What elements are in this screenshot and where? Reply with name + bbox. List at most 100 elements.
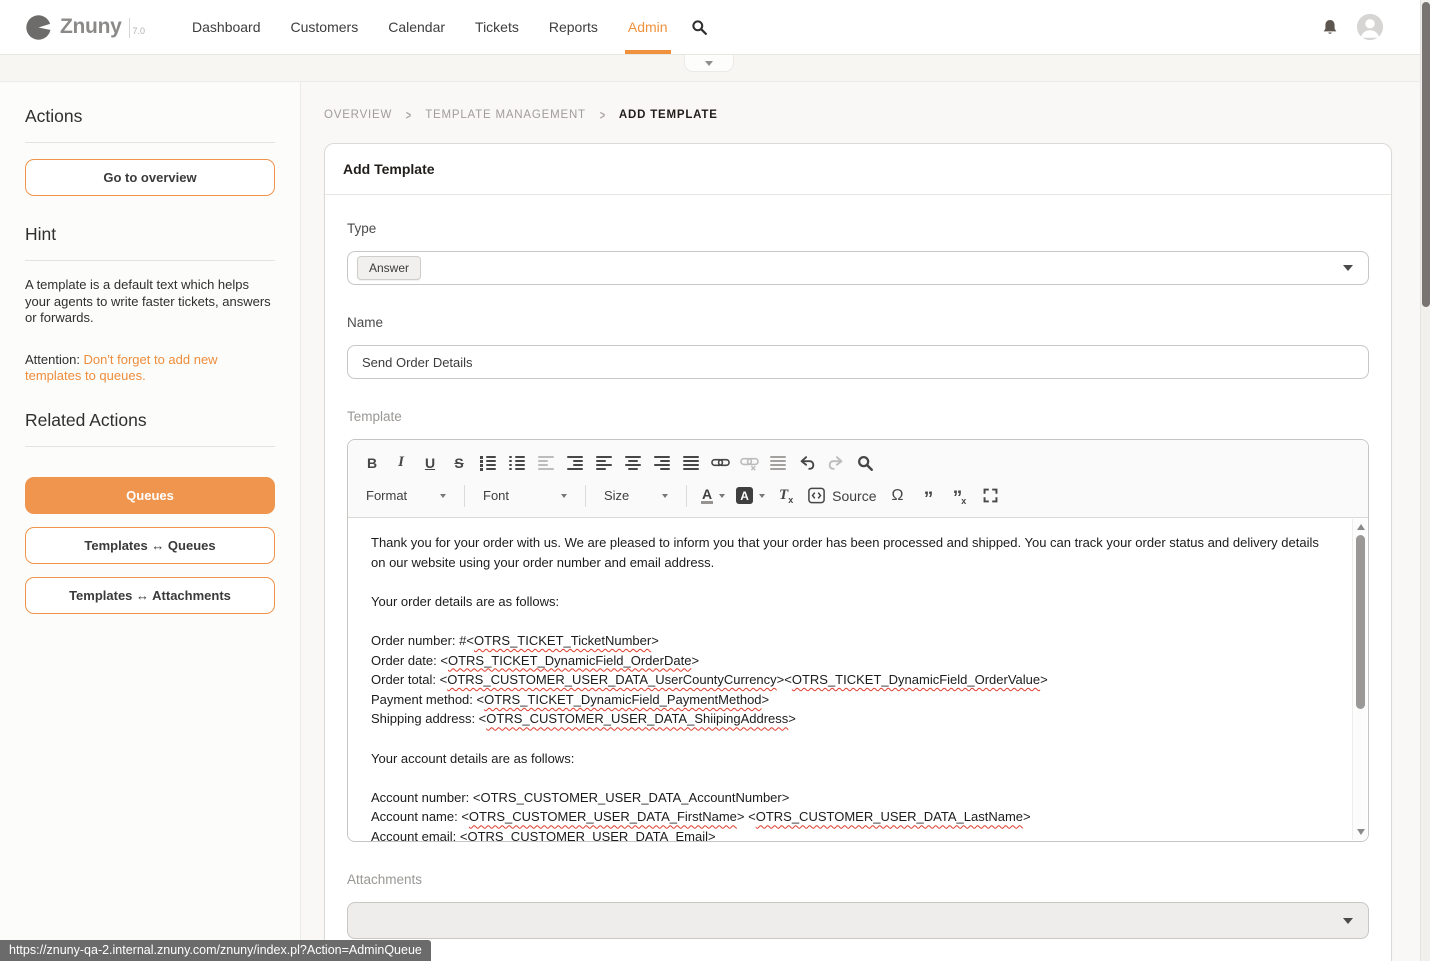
- add-template-card: Add Template Type Answer Name Template B…: [324, 143, 1392, 961]
- source-button[interactable]: Source: [807, 484, 876, 508]
- undo-button[interactable]: [797, 451, 817, 475]
- italic-button[interactable]: I: [391, 451, 411, 475]
- template-tag: OTRS_TICKET_DynamicField_OrderValue: [792, 672, 1040, 687]
- znuny-logo-icon: [25, 14, 52, 41]
- bold-icon: B: [367, 455, 377, 471]
- editor-text: Your account details are as follows:: [371, 751, 574, 766]
- editor-line: Your order details are as follows:: [371, 592, 1326, 612]
- maximize-icon: [982, 487, 999, 504]
- editor-text: Order date: <: [371, 653, 448, 668]
- align-left-icon: [596, 456, 612, 470]
- find-button[interactable]: [855, 451, 875, 475]
- strikethrough-button[interactable]: S: [449, 451, 469, 475]
- go-to-overview-button[interactable]: Go to overview: [25, 159, 275, 196]
- chevron-down-icon: [719, 494, 725, 498]
- format-select[interactable]: Format: [362, 483, 450, 509]
- editor-text: Thank you for your order with us. We are…: [371, 535, 1319, 570]
- editor-text: >: [762, 692, 770, 707]
- nav-item-admin[interactable]: Admin: [613, 0, 683, 54]
- align-left-button[interactable]: [594, 451, 614, 475]
- breadcrumb: OVERVIEW>TEMPLATE MANAGEMENT>ADD TEMPLAT…: [324, 108, 1392, 122]
- editor-text: ><: [777, 672, 792, 687]
- chevron-down-icon: [705, 61, 713, 66]
- related-button-queues[interactable]: Queues: [25, 477, 275, 514]
- scroll-up-arrow-icon[interactable]: [1357, 524, 1365, 530]
- nav-item-tickets[interactable]: Tickets: [460, 0, 534, 54]
- div-container-button[interactable]: [768, 451, 788, 475]
- type-selected-chip[interactable]: Answer: [357, 256, 421, 280]
- notifications-bell-icon[interactable]: [1320, 17, 1340, 38]
- related-button-templates-attachments[interactable]: Templates ↔ Attachments: [25, 577, 275, 614]
- related-actions-list: Queues Templates ↔ Queues Templates ↔ Atta…: [25, 477, 275, 614]
- editor-content-area[interactable]: Thank you for your order with us. We are…: [348, 518, 1368, 841]
- scroll-down-arrow-icon[interactable]: [1357, 829, 1365, 835]
- page-scrollbar[interactable]: [1420, 0, 1430, 961]
- chevron-down-icon: [1343, 918, 1353, 924]
- font-select[interactable]: Font: [479, 483, 571, 509]
- align-center-icon: [625, 456, 641, 470]
- user-avatar[interactable]: [1356, 13, 1384, 41]
- editor-text: Account email: <OTRS_CUSTOMER_USER_DATA_…: [371, 829, 716, 842]
- nav-item-customers[interactable]: Customers: [276, 0, 374, 54]
- remove-format-button[interactable]: Tx: [776, 484, 796, 508]
- text-color-button[interactable]: A: [701, 484, 725, 508]
- source-label: Source: [832, 488, 876, 504]
- underline-icon: U: [425, 455, 435, 471]
- background-color-button[interactable]: A: [736, 484, 765, 508]
- bold-button[interactable]: B: [362, 451, 382, 475]
- bulleted-list-button[interactable]: [507, 451, 527, 475]
- attachments-label: Attachments: [347, 872, 1369, 887]
- special-character-button[interactable]: Ω: [887, 484, 907, 508]
- nav-item-calendar[interactable]: Calendar: [373, 0, 460, 54]
- align-justify-icon: [683, 456, 699, 470]
- link-button[interactable]: [710, 451, 730, 475]
- editor-line: [371, 611, 1326, 631]
- editor-line: Payment method: <OTRS_TICKET_DynamicFiel…: [371, 690, 1326, 710]
- editor-line: Shipping address: <OTRS_CUSTOMER_USER_DA…: [371, 709, 1326, 729]
- editor-scrollbar-thumb[interactable]: [1356, 535, 1365, 709]
- name-label: Name: [347, 315, 1369, 330]
- chevron-down-icon: [561, 494, 567, 498]
- template-tag: OTRS_CUSTOMER_USER_DATA_ShiipingAddress: [486, 711, 788, 726]
- template-tag: OTRS_CUSTOMER_USER_DATA_FirstName: [469, 809, 737, 824]
- insert-quote-button[interactable]: ”: [918, 484, 938, 508]
- editor-text: Your order details are as follows:: [371, 594, 559, 609]
- format-select-label: Format: [366, 488, 407, 503]
- brand-logo[interactable]: Znuny 7.0: [25, 14, 145, 41]
- redo-button: [826, 451, 846, 475]
- align-right-icon: [654, 456, 670, 470]
- breadcrumb-item-template-management[interactable]: TEMPLATE MANAGEMENT: [425, 109, 586, 121]
- hint-text: A template is a default text which helps…: [25, 277, 275, 327]
- editor-text: >: [788, 711, 796, 726]
- align-justify-button[interactable]: [681, 451, 701, 475]
- nav-item-reports[interactable]: Reports: [534, 0, 613, 54]
- related-button-templates-queues[interactable]: Templates ↔ Queues: [25, 527, 275, 564]
- nav-item-dashboard[interactable]: Dashboard: [177, 0, 276, 54]
- underline-button[interactable]: U: [420, 451, 440, 475]
- editor-text: >: [691, 653, 699, 668]
- card-body: Type Answer Name Template BIUS FormatFon…: [325, 195, 1391, 961]
- hint-title: Hint: [25, 224, 275, 245]
- name-input[interactable]: [347, 345, 1369, 379]
- breadcrumb-separator: >: [600, 107, 605, 122]
- page-scrollbar-thumb[interactable]: [1422, 2, 1430, 307]
- maximize-button[interactable]: [980, 484, 1000, 508]
- breadcrumb-item-overview[interactable]: OVERVIEW: [324, 109, 392, 121]
- toolbar-collapse-button[interactable]: [684, 55, 734, 72]
- attachments-select[interactable]: [347, 902, 1369, 939]
- numbered-list-button[interactable]: [478, 451, 498, 475]
- type-select[interactable]: Answer: [347, 251, 1369, 285]
- size-select[interactable]: Size: [600, 483, 672, 509]
- nav-search-button[interactable]: [691, 19, 708, 36]
- indent-icon: [567, 456, 583, 470]
- status-url-tooltip: https://znuny-qa-2.internal.znuny.com/zn…: [0, 940, 431, 961]
- remove-quote-button[interactable]: ”x: [949, 484, 969, 508]
- align-center-button[interactable]: [623, 451, 643, 475]
- align-right-button[interactable]: [652, 451, 672, 475]
- unlink-icon: [740, 453, 759, 472]
- redo-icon: [827, 454, 845, 472]
- editor-scrollbar[interactable]: [1352, 519, 1367, 840]
- editor-line: [371, 729, 1326, 749]
- indent-button[interactable]: [565, 451, 585, 475]
- main-content: OVERVIEW>TEMPLATE MANAGEMENT>ADD TEMPLAT…: [301, 82, 1430, 961]
